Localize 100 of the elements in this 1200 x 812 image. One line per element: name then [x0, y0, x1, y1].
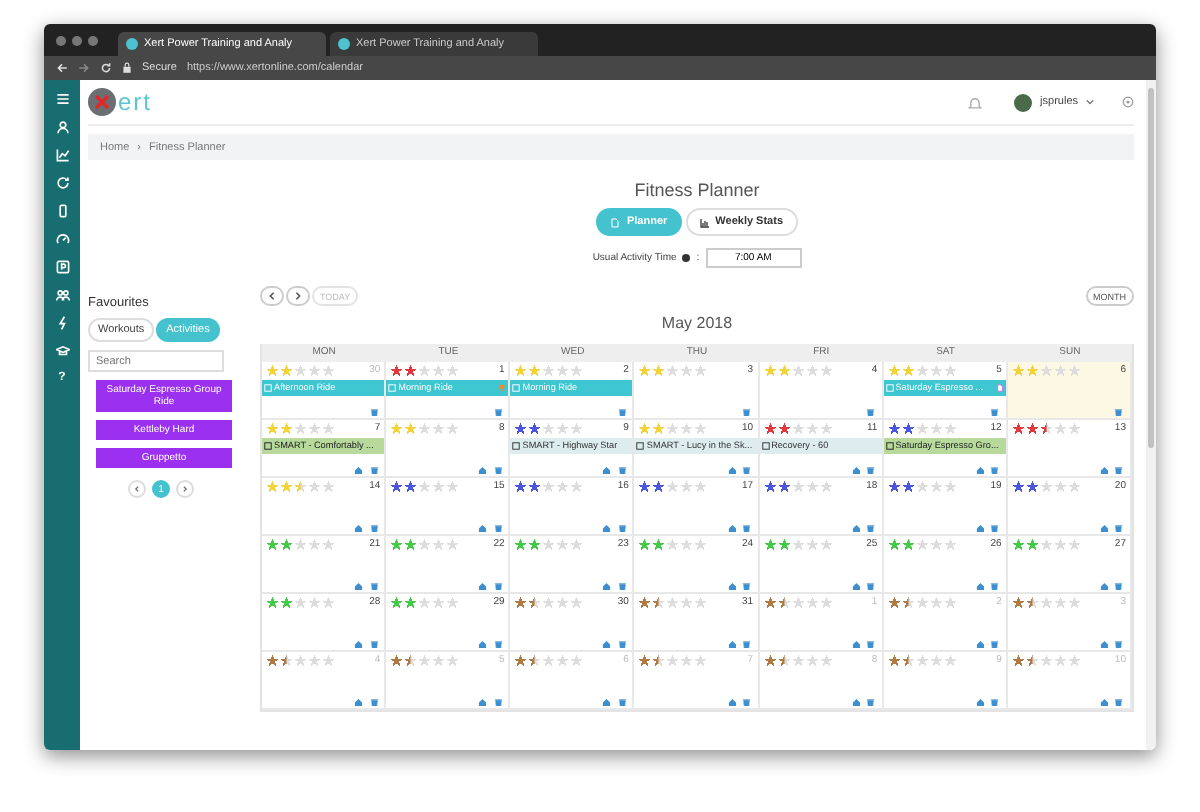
trash-icon[interactable]	[866, 639, 876, 648]
maximize-window-dot[interactable]	[88, 35, 98, 45]
home-icon[interactable]	[727, 523, 737, 532]
trash-icon[interactable]	[617, 639, 627, 648]
person-icon[interactable]	[55, 120, 69, 134]
trash-icon[interactable]	[742, 407, 752, 416]
trash-icon[interactable]	[369, 581, 379, 590]
trash-icon[interactable]	[866, 523, 876, 532]
trash-icon[interactable]	[1114, 465, 1124, 474]
trash-icon[interactable]	[493, 639, 503, 648]
home-icon[interactable]	[354, 523, 364, 532]
trash-icon[interactable]	[990, 581, 1000, 590]
trash-icon[interactable]	[493, 581, 503, 590]
home-icon[interactable]	[975, 465, 985, 474]
trash-icon[interactable]	[742, 523, 752, 532]
home-icon[interactable]	[602, 523, 612, 532]
home-icon[interactable]	[602, 581, 612, 590]
home-icon[interactable]	[478, 523, 488, 532]
home-icon[interactable]	[727, 639, 737, 648]
trash-icon[interactable]	[990, 697, 1000, 706]
caret-icon[interactable]	[1086, 98, 1094, 106]
minimize-window-dot[interactable]	[72, 35, 82, 45]
bolt-icon[interactable]	[55, 316, 69, 330]
trash-icon[interactable]	[493, 523, 503, 532]
trash-icon[interactable]	[617, 465, 627, 474]
trash-icon[interactable]	[866, 581, 876, 590]
trash-icon[interactable]	[866, 407, 876, 416]
trash-icon[interactable]	[493, 465, 503, 474]
chart-icon[interactable]	[55, 148, 69, 162]
home-icon[interactable]	[602, 465, 612, 474]
home-icon[interactable]	[354, 639, 364, 648]
home-icon[interactable]	[354, 581, 364, 590]
trash-icon[interactable]	[1114, 639, 1124, 648]
home-icon[interactable]	[851, 697, 861, 706]
trash-icon[interactable]	[866, 697, 876, 706]
trash-icon[interactable]	[742, 697, 752, 706]
home-icon[interactable]	[478, 639, 488, 648]
trash-icon[interactable]	[369, 465, 379, 474]
close-window-dot[interactable]	[56, 35, 66, 45]
trash-icon[interactable]	[866, 465, 876, 474]
home-icon[interactable]	[354, 697, 364, 706]
graduation-cap-icon[interactable]	[55, 344, 69, 358]
home-icon[interactable]	[727, 465, 737, 474]
group-icon[interactable]	[55, 288, 69, 302]
trash-icon[interactable]	[990, 465, 1000, 474]
next-month-button[interactable]	[286, 286, 310, 306]
back-icon[interactable]	[56, 62, 68, 74]
trash-icon[interactable]	[990, 639, 1000, 648]
trash-icon[interactable]	[1114, 697, 1124, 706]
user-avatar[interactable]	[1014, 93, 1033, 111]
trash-icon[interactable]	[1114, 407, 1124, 416]
home-icon[interactable]	[851, 639, 861, 648]
home-icon[interactable]	[354, 465, 364, 474]
trash-icon[interactable]	[617, 523, 627, 532]
bell-icon[interactable]	[968, 95, 983, 109]
gauge-icon[interactable]	[55, 232, 69, 246]
trash-icon[interactable]	[1114, 523, 1124, 532]
trash-icon[interactable]	[369, 697, 379, 706]
menu-icon[interactable]	[55, 92, 69, 106]
home-icon[interactable]	[602, 697, 612, 706]
scrollbar-thumb[interactable]	[1148, 88, 1154, 448]
next-page-button[interactable]	[176, 480, 194, 498]
trash-icon[interactable]	[742, 581, 752, 590]
home-icon[interactable]	[975, 523, 985, 532]
trash-icon[interactable]	[742, 465, 752, 474]
trash-icon[interactable]	[369, 639, 379, 648]
trash-icon[interactable]	[617, 697, 627, 706]
trash-icon[interactable]	[990, 407, 1000, 416]
forward-icon[interactable]	[78, 62, 90, 74]
trash-icon[interactable]	[742, 639, 752, 648]
trash-icon[interactable]	[493, 407, 503, 416]
trash-icon[interactable]	[990, 523, 1000, 532]
home-icon[interactable]	[975, 697, 985, 706]
home-icon[interactable]	[851, 581, 861, 590]
help-icon[interactable]	[682, 254, 691, 262]
home-icon[interactable]	[478, 697, 488, 706]
previous-month-button[interactable]	[260, 286, 284, 306]
trash-icon[interactable]	[493, 697, 503, 706]
home-icon[interactable]	[1099, 639, 1109, 648]
trash-icon[interactable]	[1114, 581, 1124, 590]
previous-page-button[interactable]	[128, 480, 146, 498]
parking-icon[interactable]	[55, 260, 69, 274]
trash-icon[interactable]	[617, 581, 627, 590]
home-icon[interactable]	[1099, 697, 1109, 706]
reload-icon[interactable]	[100, 62, 112, 74]
refresh-icon[interactable]	[55, 176, 69, 190]
home-icon[interactable]	[851, 465, 861, 474]
home-icon[interactable]	[727, 697, 737, 706]
trash-icon[interactable]	[369, 407, 379, 416]
home-icon[interactable]	[975, 639, 985, 648]
home-icon[interactable]	[602, 639, 612, 648]
trash-icon[interactable]	[617, 407, 627, 416]
home-icon[interactable]	[1099, 523, 1109, 532]
home-icon[interactable]	[478, 465, 488, 474]
home-icon[interactable]	[975, 581, 985, 590]
home-icon[interactable]	[851, 523, 861, 532]
home-icon[interactable]	[1099, 465, 1109, 474]
trash-icon[interactable]	[369, 523, 379, 532]
home-icon[interactable]	[727, 581, 737, 590]
home-icon[interactable]	[1099, 581, 1109, 590]
